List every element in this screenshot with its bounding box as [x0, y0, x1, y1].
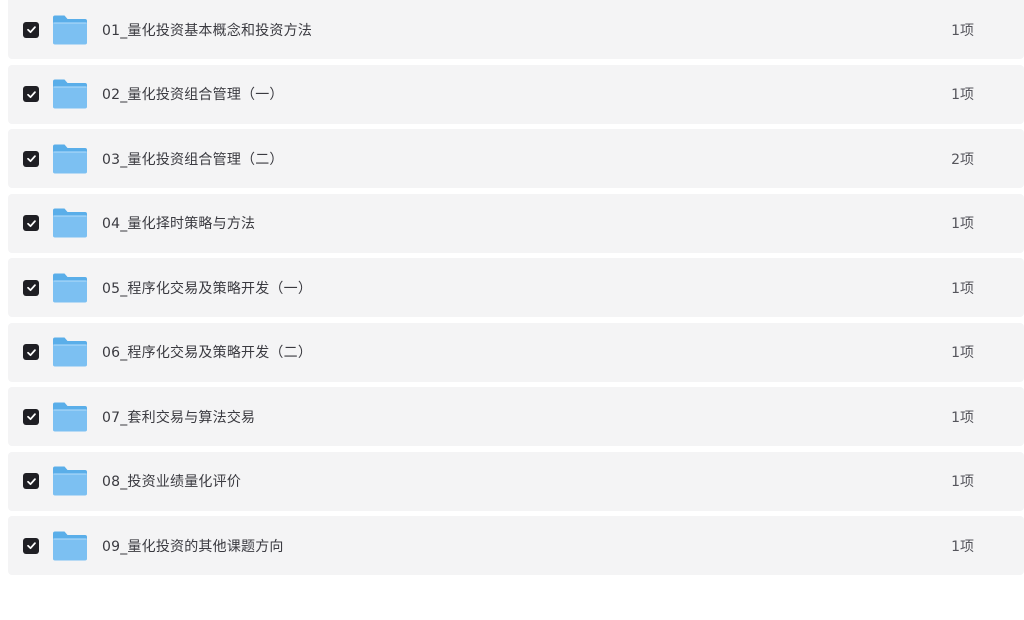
row-checkbox[interactable] — [23, 408, 39, 425]
folder-row-02[interactable]: 02_量化投资组合管理（一） 1项 — [8, 64, 1024, 124]
checkmark-icon — [26, 542, 36, 550]
item-count: 1项 — [951, 474, 974, 490]
checkmark-icon — [26, 219, 36, 227]
item-count: 1项 — [951, 538, 974, 555]
checkmark-icon — [26, 284, 36, 292]
folder-row-04[interactable]: 04_量化择时策略与方法 1项 — [8, 193, 1024, 253]
checkmark-icon — [26, 477, 36, 485]
folder-name[interactable]: 07_套利交易与算法交易 — [102, 407, 255, 427]
folder-icon — [52, 465, 88, 497]
folder-row-03[interactable]: 03_量化投资组合管理（二） 2项 — [8, 129, 1024, 188]
item-count: 1项 — [951, 22, 974, 39]
folder-icon — [52, 401, 88, 433]
folder-row-01[interactable]: 01_量化投资基本概念和投资方法 1项 — [8, 0, 1024, 59]
folder-name[interactable]: 05_程序化交易及策略开发（一） — [102, 278, 312, 298]
folder-icon — [52, 336, 88, 368]
folder-row-09[interactable]: 09_量化投资的其他课题方向 1项 — [8, 516, 1024, 575]
folder-row-06[interactable]: 06_程序化交易及策略开发（二） 1项 — [8, 322, 1024, 382]
item-count: 1项 — [951, 345, 974, 361]
checkmark-icon — [26, 155, 36, 163]
item-count: 2项 — [951, 151, 974, 168]
item-count: 1项 — [951, 87, 974, 103]
folder-row-05[interactable]: 05_程序化交易及策略开发（一） 1项 — [8, 258, 1024, 317]
checkmark-icon — [26, 348, 36, 356]
folder-name[interactable]: 02_量化投资组合管理（一） — [102, 84, 284, 104]
row-checkbox[interactable] — [23, 279, 39, 296]
row-checkbox[interactable] — [23, 21, 39, 38]
folder-icon — [52, 143, 88, 175]
folder-icon — [52, 530, 88, 562]
folder-icon — [52, 207, 88, 239]
checkmark-icon — [26, 90, 36, 98]
row-checkbox[interactable] — [23, 537, 39, 554]
folder-name[interactable]: 01_量化投资基本概念和投资方法 — [102, 20, 312, 40]
folder-icon — [52, 272, 88, 304]
item-count: 1项 — [951, 409, 974, 426]
folder-row-08[interactable]: 08_投资业绩量化评价 1项 — [8, 451, 1024, 511]
row-checkbox[interactable] — [23, 215, 39, 231]
folder-name[interactable]: 03_量化投资组合管理（二） — [102, 149, 284, 169]
folder-name[interactable]: 09_量化投资的其他课题方向 — [102, 536, 284, 556]
folder-name[interactable]: 08_投资业绩量化评价 — [102, 471, 241, 491]
folder-list: 01_量化投资基本概念和投资方法 1项 02_量化投资组合管理（一） 1项 03… — [8, 0, 1024, 581]
row-checkbox[interactable] — [23, 86, 39, 102]
folder-icon — [52, 78, 88, 110]
item-count: 1项 — [951, 280, 974, 297]
folder-icon — [52, 14, 88, 46]
row-checkbox[interactable] — [23, 473, 39, 489]
row-checkbox[interactable] — [23, 150, 39, 167]
checkmark-icon — [26, 26, 36, 34]
item-count: 1项 — [951, 216, 974, 232]
row-checkbox[interactable] — [23, 344, 39, 360]
checkmark-icon — [26, 413, 36, 421]
folder-name[interactable]: 06_程序化交易及策略开发（二） — [102, 342, 312, 362]
folder-name[interactable]: 04_量化择时策略与方法 — [102, 213, 255, 233]
folder-row-07[interactable]: 07_套利交易与算法交易 1项 — [8, 387, 1024, 446]
